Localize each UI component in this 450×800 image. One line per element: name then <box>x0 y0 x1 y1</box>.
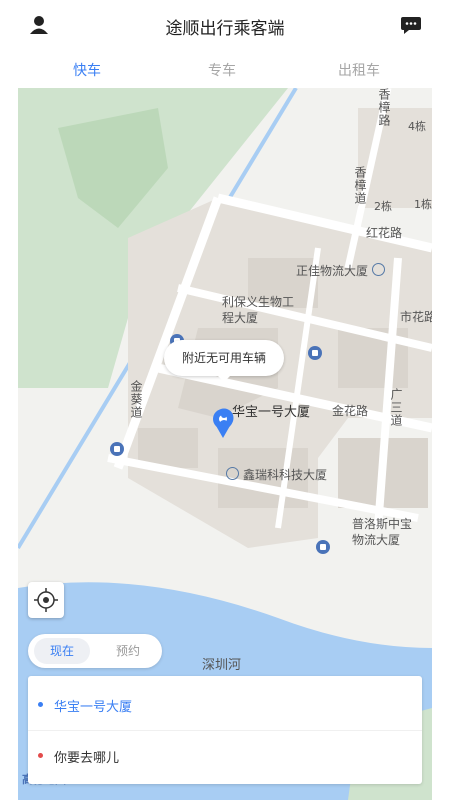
destination-placeholder: 你要去哪儿 <box>54 751 120 766</box>
bus-stop-icon <box>308 346 322 360</box>
building-label-1: 1栋 <box>414 198 432 211</box>
poi-label-puluosi: 普洛斯中宝物流大厦 <box>352 517 413 547</box>
bus-stop-icon <box>110 442 124 456</box>
tab-taxi[interactable]: 出租车 <box>338 60 380 80</box>
poi-label-zhengjia: 正佳物流大厦 <box>296 262 386 279</box>
road-label-xiangzhang: 香樟路 <box>377 88 391 127</box>
origin-text: 华宝一号大厦 <box>54 700 133 715</box>
right-frame <box>432 0 450 800</box>
locate-button[interactable] <box>28 582 64 618</box>
road-label-jintang: 金葵道 <box>129 380 143 419</box>
crosshair-icon <box>34 588 58 612</box>
road-label-jinhua: 金花路 <box>332 404 369 418</box>
tab-express[interactable]: 快车 <box>73 60 101 80</box>
ride-type-tabs: 快车 专车 出租车 <box>18 50 432 88</box>
message-icon[interactable] <box>400 14 422 36</box>
road-label-guangsan: 广三道 <box>389 388 403 427</box>
road-label-honghua: 红花路 <box>366 226 403 240</box>
no-vehicle-bubble: 附近无可用车辆 <box>164 340 284 382</box>
building-label-4: 4栋 <box>408 120 426 133</box>
building-label-2: 2栋 <box>374 200 392 213</box>
poi-label-xinruike: 鑫瑞科科技大厦 <box>226 466 327 483</box>
bus-stop-icon <box>316 540 330 554</box>
map-view[interactable]: 附近无可用车辆 华宝一号大厦 香樟路 香樟道 4栋 2栋 1栋 红花路 正佳物流… <box>18 88 432 800</box>
trip-card: 华宝一号大厦 你要去哪儿 <box>28 676 422 784</box>
my-location-icon <box>214 408 234 428</box>
origin-dot <box>38 702 43 707</box>
tab-premium[interactable]: 专车 <box>208 60 236 80</box>
poi-label-libaoyi: 利保义生物工程大厦 <box>222 295 295 325</box>
page-title: 途顺出行乘客端 <box>165 19 285 39</box>
segment-now[interactable]: 现在 <box>34 638 90 664</box>
destination-field[interactable]: 你要去哪儿 <box>28 731 422 781</box>
road-label-xiangzhang-dao: 香樟道 <box>353 166 367 205</box>
time-segment: 现在 预约 <box>28 634 162 668</box>
river-label: 深圳河 <box>202 658 242 673</box>
building-icon <box>372 263 386 276</box>
app-header: 途顺出行乘客端 <box>18 0 432 50</box>
left-frame <box>0 0 18 800</box>
segment-reserve[interactable]: 预约 <box>100 638 156 664</box>
pin-label: 华宝一号大厦 <box>232 405 311 420</box>
origin-field[interactable]: 华宝一号大厦 <box>28 680 422 731</box>
building-icon <box>226 467 239 480</box>
road-label-shihua: 市花路 <box>400 310 432 324</box>
destination-dot <box>38 753 43 758</box>
